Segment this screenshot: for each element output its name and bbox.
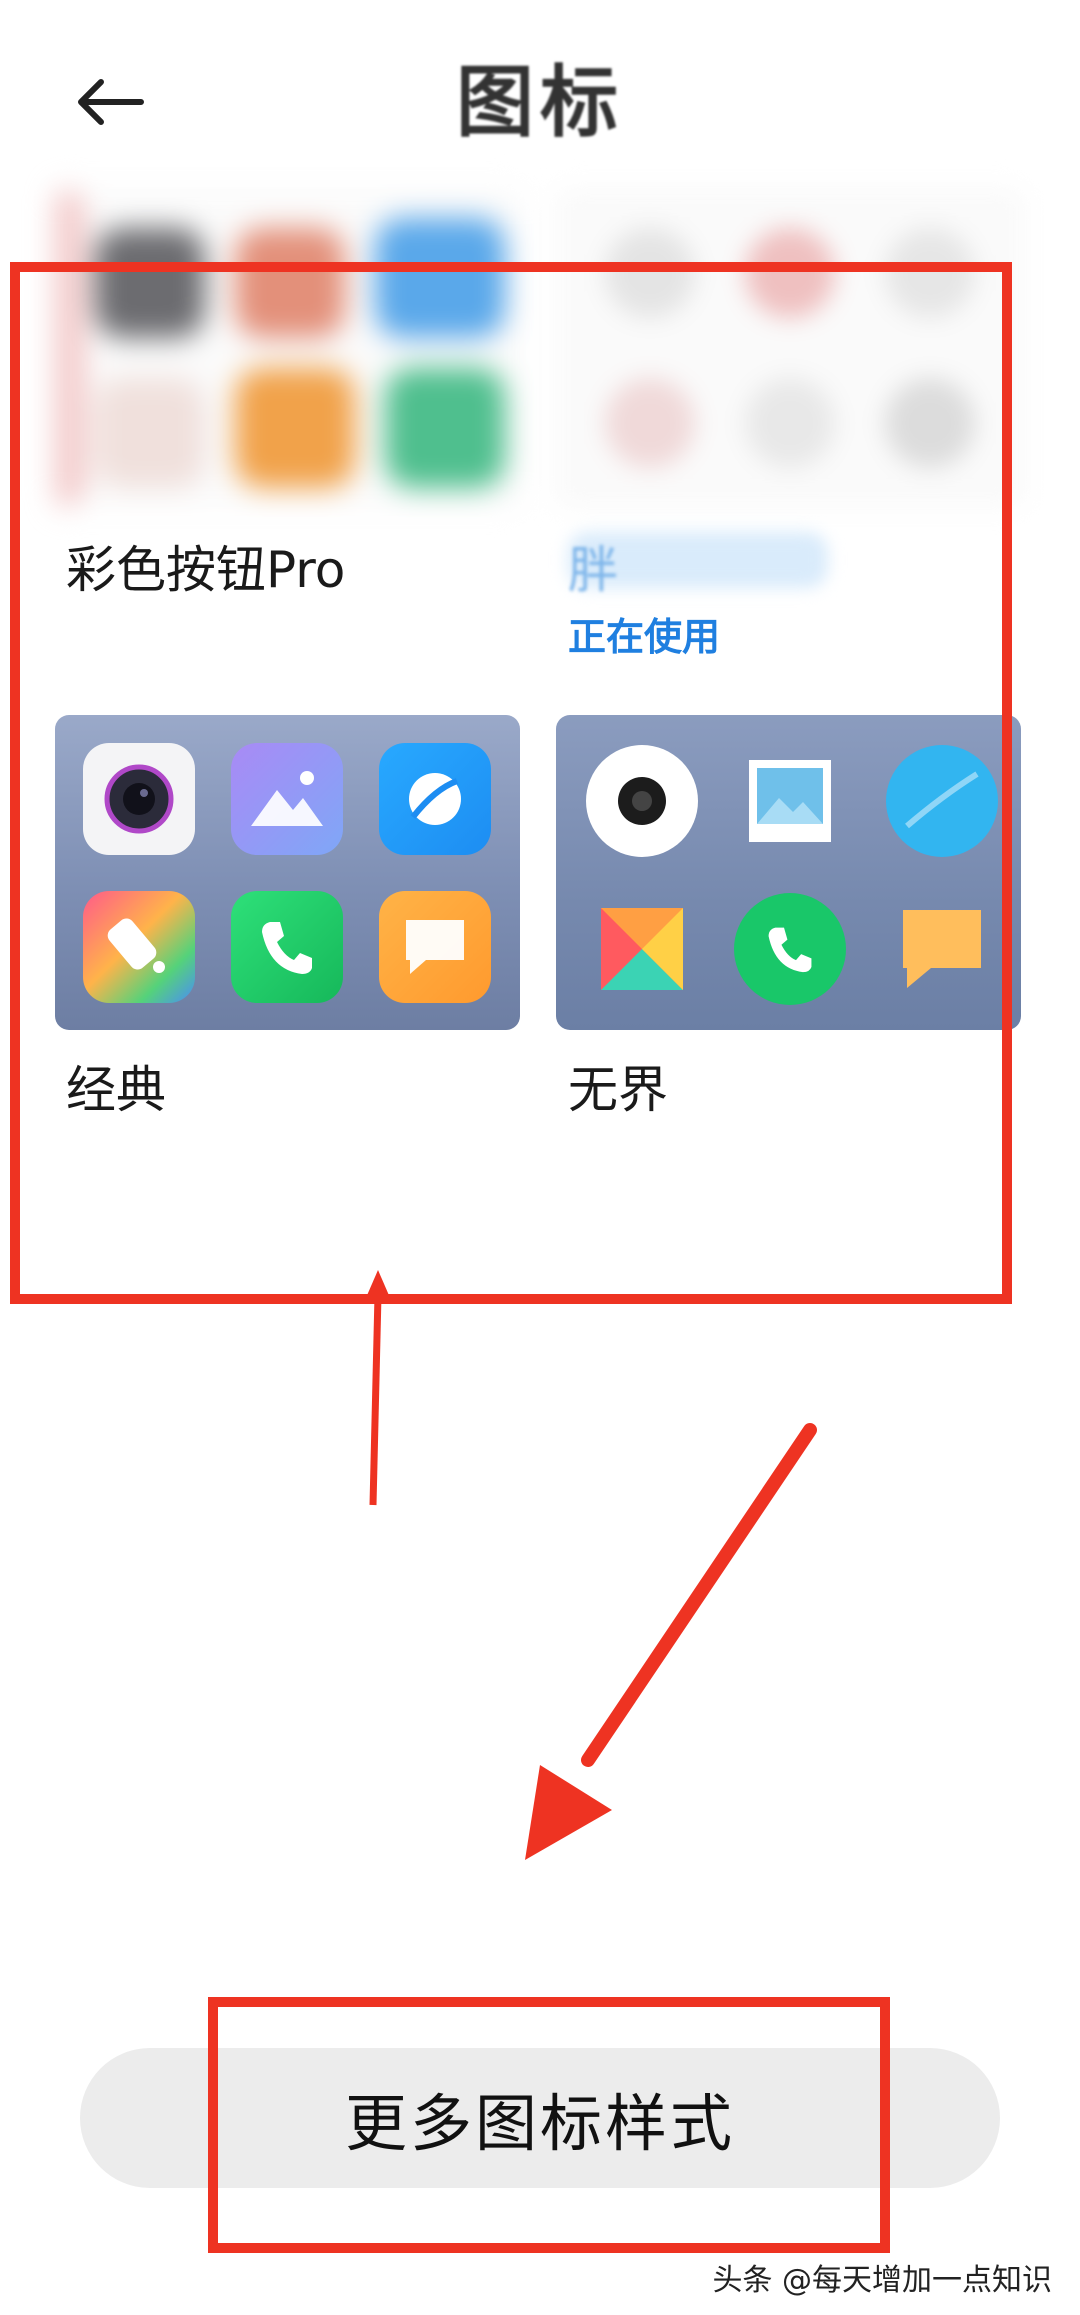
annotation-box-button [208, 1997, 890, 2253]
page-title: 图标 [455, 58, 624, 148]
annotation-box-themes [10, 262, 1012, 1304]
watermark: 头条 @每天增加一点知识 [712, 2263, 1052, 2298]
